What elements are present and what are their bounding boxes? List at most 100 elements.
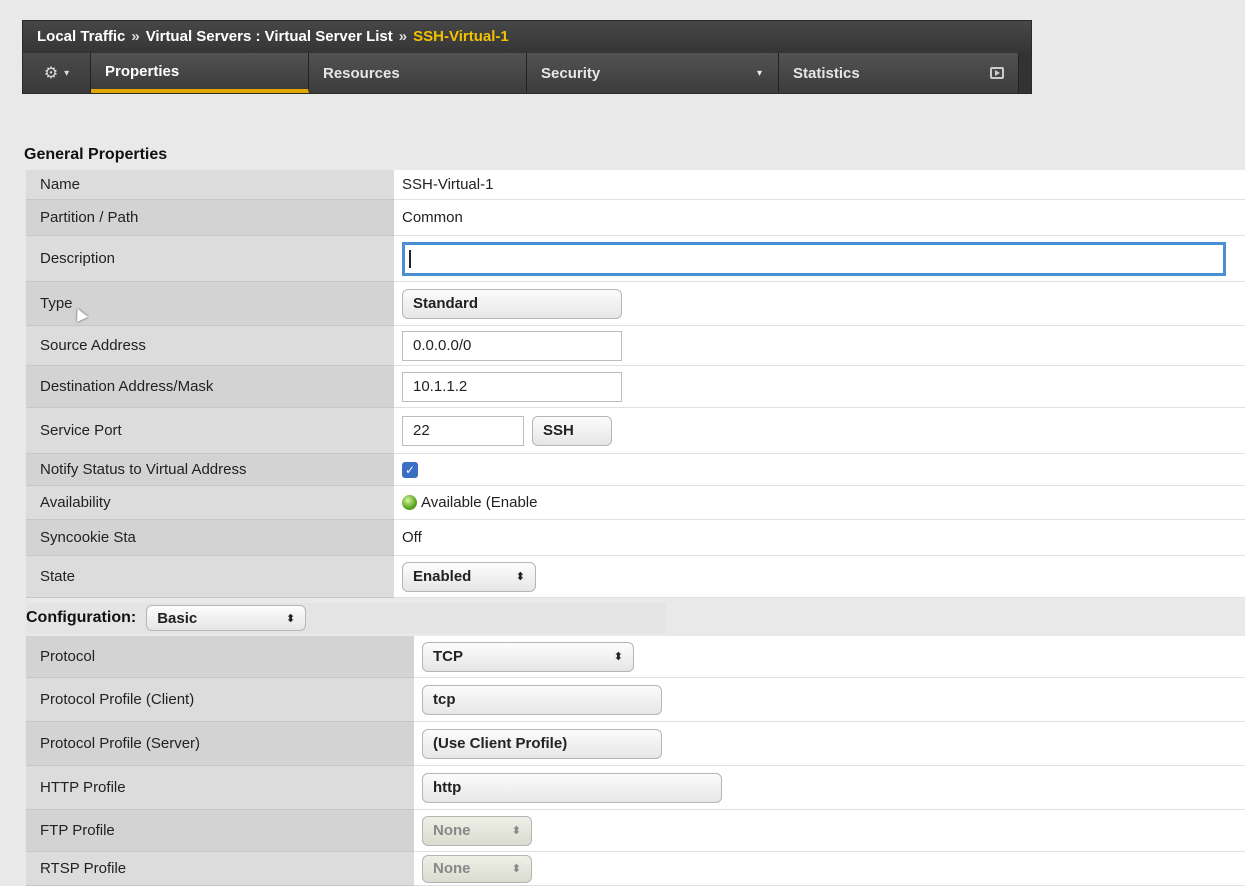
property-label: RTSP Profile bbox=[26, 852, 414, 886]
property-label: Service Port bbox=[26, 408, 394, 454]
chevron-down-icon: ▾ bbox=[756, 67, 762, 79]
config-row-ftp-profile: FTP Profile None ⬍ bbox=[26, 810, 1245, 852]
property-label: Destination Address/Mask bbox=[26, 366, 394, 408]
configuration-mode-value: Basic bbox=[157, 609, 198, 627]
tab-label: Statistics bbox=[793, 64, 860, 82]
notify-status-checkbox[interactable]: ✓ bbox=[402, 461, 418, 478]
tab-properties[interactable]: Properties bbox=[91, 53, 309, 93]
breadcrumb: Local Traffic » Virtual Servers : Virtual … bbox=[23, 21, 1031, 53]
protocol-select[interactable]: TCP ⬍ bbox=[422, 641, 634, 672]
partition-value: Common bbox=[402, 209, 463, 226]
rtsp-profile-select[interactable]: None ⬍ bbox=[422, 854, 532, 883]
config-row-http-profile: HTTP Profile http bbox=[26, 766, 1245, 810]
text-cursor bbox=[409, 249, 411, 268]
breadcrumb-separator: » bbox=[398, 28, 408, 45]
http-profile-select[interactable]: http bbox=[422, 772, 722, 803]
gear-menu-button[interactable]: ⚙ ▾ bbox=[23, 53, 91, 93]
client-profile-select[interactable]: tcp bbox=[422, 684, 662, 715]
property-value: 22 SSH bbox=[394, 408, 1245, 454]
property-row-source-address: Source Address 0.0.0.0/0 bbox=[26, 326, 1245, 366]
configuration-mode-select[interactable]: Basic ⬍ bbox=[146, 605, 307, 631]
property-label: Source Address bbox=[26, 326, 394, 366]
service-port-select-value: SSH bbox=[543, 422, 574, 439]
property-label: Partition / Path bbox=[26, 200, 394, 236]
property-label: Name bbox=[26, 170, 394, 200]
type-select-value: Standard bbox=[413, 295, 479, 312]
source-address-input[interactable]: 0.0.0.0/0 bbox=[402, 330, 622, 361]
protocol-select-value: TCP bbox=[433, 648, 463, 665]
server-profile-value: (Use Client Profile) bbox=[433, 735, 568, 752]
property-value: None ⬍ bbox=[414, 852, 1245, 886]
property-row-destination-address: Destination Address/Mask 10.1.1.2 bbox=[26, 366, 1245, 408]
configuration-header: Configuration: Basic ⬍ bbox=[26, 603, 666, 633]
property-label: FTP Profile bbox=[26, 810, 414, 852]
state-select[interactable]: Enabled ⬍ bbox=[402, 561, 536, 592]
server-profile-select[interactable]: (Use Client Profile) bbox=[422, 728, 662, 759]
configuration-label: Configuration: bbox=[26, 609, 137, 626]
property-row-partition: Partition / Path Common bbox=[26, 200, 1245, 236]
property-row-state: State Enabled ⬍ bbox=[26, 556, 1245, 598]
select-arrows-icon: ⬍ bbox=[613, 651, 623, 663]
select-arrows-icon: ⬍ bbox=[511, 825, 521, 837]
statistics-view-icon bbox=[990, 67, 1004, 79]
config-row-rtsp-profile: RTSP Profile None ⬍ bbox=[26, 852, 1245, 886]
property-value: Enabled ⬍ bbox=[394, 556, 1245, 598]
config-row-protocol: Protocol TCP ⬍ bbox=[26, 636, 1245, 678]
select-arrows-icon: ⬍ bbox=[515, 571, 525, 583]
property-value bbox=[394, 236, 1245, 282]
state-select-value: Enabled bbox=[413, 568, 472, 585]
chevron-down-icon: ▾ bbox=[64, 67, 70, 79]
tab-label: Properties bbox=[105, 62, 180, 80]
property-row-type: Type Standard bbox=[26, 282, 1245, 326]
tab-resources[interactable]: Resources bbox=[309, 53, 527, 93]
config-row-client-profile: Protocol Profile (Client) tcp bbox=[26, 678, 1245, 722]
property-label: Syncookie Sta bbox=[26, 520, 394, 556]
destination-address-text: 10.1.1.2 bbox=[413, 378, 468, 395]
property-value: SSH-Virtual-1 bbox=[394, 170, 1245, 200]
property-row-description: Description bbox=[26, 236, 1245, 282]
description-input[interactable] bbox=[402, 241, 1226, 276]
rtsp-profile-value: None bbox=[433, 860, 471, 877]
breadcrumb-separator: » bbox=[131, 28, 140, 45]
property-label: Protocol Profile (Server) bbox=[26, 722, 414, 766]
type-select[interactable]: Standard bbox=[402, 288, 622, 319]
tab-security[interactable]: Security ▾ bbox=[527, 53, 779, 93]
property-value: Available (Enable bbox=[394, 486, 1245, 520]
property-value: None ⬍ bbox=[414, 810, 1245, 852]
property-value: tcp bbox=[414, 678, 1245, 722]
tab-label: Resources bbox=[323, 64, 400, 82]
property-label: Availability bbox=[26, 486, 394, 520]
property-value: TCP ⬍ bbox=[414, 636, 1245, 678]
property-value: Common bbox=[394, 200, 1245, 236]
property-label: Protocol bbox=[26, 636, 414, 678]
service-port-select[interactable]: SSH bbox=[532, 415, 612, 446]
service-port-input[interactable]: 22 bbox=[402, 415, 524, 446]
ftp-profile-select[interactable]: None ⬍ bbox=[422, 815, 532, 846]
breadcrumb-local-traffic[interactable]: Local Traffic bbox=[37, 28, 125, 45]
property-label: Protocol Profile (Client) bbox=[26, 678, 414, 722]
tab-statistics[interactable]: Statistics bbox=[779, 53, 1019, 93]
config-row-server-profile: Protocol Profile (Server) (Use Client Pr… bbox=[26, 722, 1245, 766]
select-arrows-icon: ⬍ bbox=[511, 863, 521, 875]
available-status-icon bbox=[402, 495, 417, 510]
property-value: Standard bbox=[394, 282, 1245, 326]
property-row-notify-status: Notify Status to Virtual Address ✓ bbox=[26, 454, 1245, 486]
section-title-general-properties: General Properties bbox=[24, 146, 168, 163]
property-row-name: Name SSH-Virtual-1 bbox=[26, 170, 1245, 200]
name-value: SSH-Virtual-1 bbox=[402, 176, 494, 193]
http-profile-value: http bbox=[433, 779, 462, 796]
breadcrumb-virtual-server-list[interactable]: Virtual Servers : Virtual Server List bbox=[146, 28, 393, 45]
service-port-text: 22 bbox=[413, 422, 430, 439]
destination-address-input[interactable]: 10.1.1.2 bbox=[402, 371, 622, 402]
property-label: HTTP Profile bbox=[26, 766, 414, 810]
header-bar: Local Traffic » Virtual Servers : Virtual … bbox=[22, 20, 1032, 94]
syncookie-value: Off bbox=[402, 529, 422, 546]
tab-label: Security bbox=[541, 64, 601, 82]
tab-bar: ⚙ ▾ Properties Resources Security ▾ Stat… bbox=[23, 53, 1031, 93]
property-row-service-port: Service Port 22 SSH bbox=[26, 408, 1245, 454]
select-arrows-icon: ⬍ bbox=[285, 612, 296, 625]
property-label: State bbox=[26, 556, 394, 598]
property-row-availability: Availability Available (Enable bbox=[26, 486, 1245, 520]
ftp-profile-value: None bbox=[433, 822, 471, 839]
property-value: 0.0.0.0/0 bbox=[394, 326, 1245, 366]
